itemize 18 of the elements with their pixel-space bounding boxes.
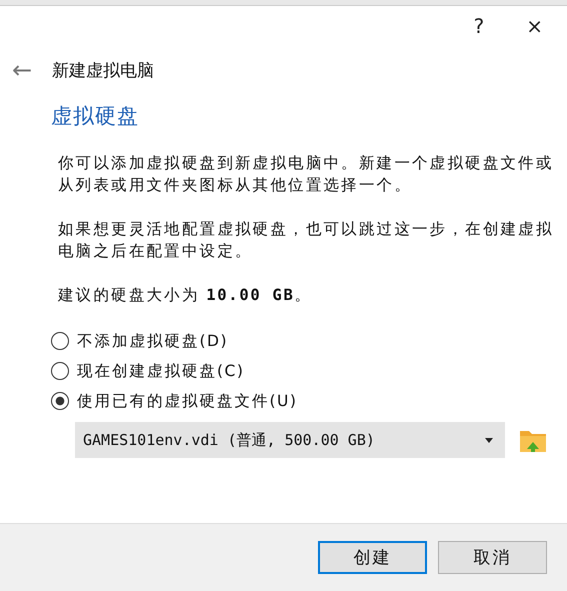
page-heading: 虚拟硬盘 [51, 103, 140, 130]
option-label[interactable]: 使用已有的虚拟硬盘文件(U) [77, 390, 298, 412]
description-text: 你可以添加虚拟硬盘到新虚拟电脑中。新建一个虚拟硬盘文件或从列表或用文件夹图标从其他位置选择一个。 [58, 153, 555, 196]
disk-dropdown[interactable]: GAMES101env.vdi (普通, 500.00 GB) [75, 422, 505, 458]
wizard-title: 新建虚拟电脑 [52, 60, 154, 82]
option-label[interactable]: 不添加虚拟硬盘(D) [77, 330, 228, 352]
description-text: 如果想更灵活地配置虚拟硬盘，也可以跳过这一步，在创建虚拟电脑之后在配置中设定。 [58, 219, 555, 262]
create-button[interactable]: 创建 [318, 541, 427, 574]
back-button[interactable]: ← [8, 56, 36, 84]
close-button[interactable]: × [520, 14, 549, 38]
radio-button[interactable] [51, 332, 69, 350]
caret-icon [485, 438, 493, 442]
option-label[interactable]: 现在创建虚拟硬盘(C) [77, 360, 244, 382]
help-button[interactable]: ? [468, 14, 490, 38]
description-text: 建议的硬盘大小为 10.00 GB。 [58, 285, 314, 306]
cancel-button[interactable]: 取消 [438, 541, 547, 574]
radio-button[interactable] [51, 362, 69, 380]
radio-button[interactable] [51, 392, 69, 410]
